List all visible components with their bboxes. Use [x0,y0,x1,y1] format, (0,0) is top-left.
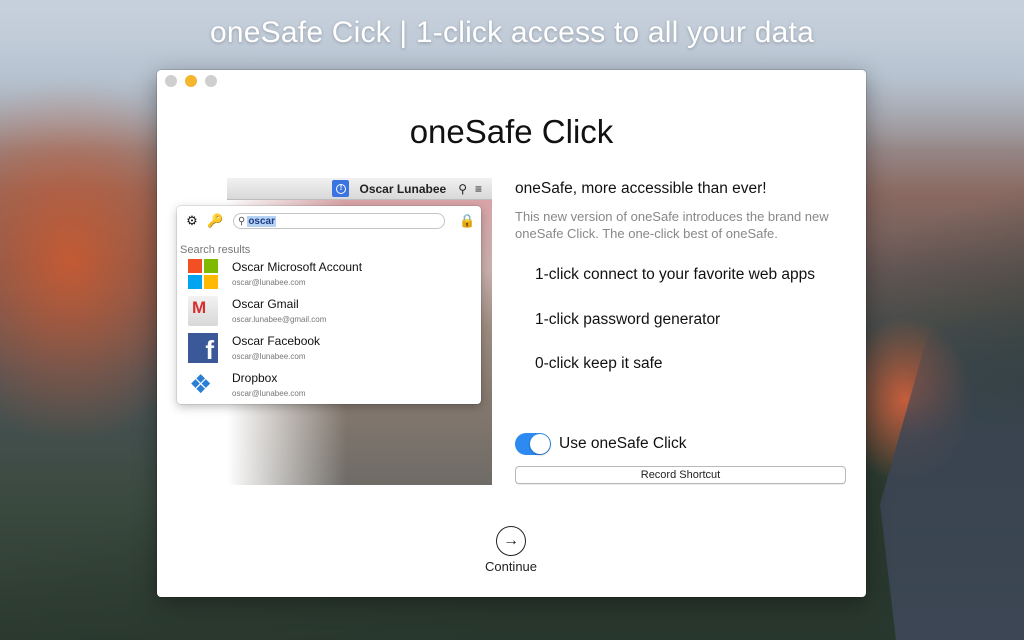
use-onesafe-click-toggle[interactable] [515,433,551,455]
toggle-knob [530,434,550,454]
result-name: Oscar Microsoft Account [232,260,363,274]
preview-menubar: ! Oscar Lunabee ⚲ ≡ [227,178,492,200]
promo-banner: oneSafe Cick | 1-click access to all you… [210,16,814,49]
preview-search-field: ⚲ oscar [233,213,445,229]
preview-illustration: ! Oscar Lunabee ⚲ ≡ ⚙ 🔑 ⚲ oscar 🔒 Search… [177,178,492,485]
preview-popup: ⚙ 🔑 ⚲ oscar 🔒 Search results Oscar Micro… [177,206,481,404]
subtitle: oneSafe, more accessible than ever! [515,180,767,197]
app-window: oneSafe Click ! Oscar Lunabee ⚲ ≡ ⚙ 🔑 ⚲ … [157,70,866,597]
desktop-mountain [880,300,1024,640]
gmail-icon: M [188,296,218,326]
minimize-button[interactable] [185,75,197,87]
dropbox-icon: ❖ [189,369,213,399]
menubar-user: Oscar Lunabee [359,181,447,196]
onesafe-icon: ! [332,180,350,197]
list-item: f Oscar Facebook oscar@lunabee.com [188,333,468,367]
gear-icon: ⚙ [186,213,198,228]
list-item: Oscar Microsoft Account oscar@lunabee.co… [188,259,468,293]
page-title: oneSafe Click [409,113,614,150]
window-controls [165,75,217,87]
use-onesafe-click-row: Use oneSafe Click [515,433,687,455]
result-email: oscar@lunabee.com [232,352,306,361]
record-shortcut-button[interactable]: Record Shortcut [515,466,846,484]
feature-item: 1-click password generator [535,311,721,328]
result-name: Oscar Facebook [232,334,321,348]
microsoft-icon [188,259,218,289]
result-name: Dropbox [232,371,278,385]
continue-button[interactable]: → [496,526,526,556]
description: This new version of oneSafe introduces t… [515,209,829,241]
lock-icon: 🔒 [459,213,476,228]
maximize-button[interactable] [205,75,217,87]
feature-item: 0-click keep it safe [535,355,663,372]
toggle-label: Use oneSafe Click [559,435,687,452]
search-results-label: Search results [180,244,251,256]
list-item: M Oscar Gmail oscar.lunabee@gmail.com [188,296,468,330]
close-button[interactable] [165,75,177,87]
result-email: oscar.lunabee@gmail.com [232,315,327,324]
search-value: oscar [247,215,277,227]
result-email: oscar@lunabee.com [232,389,306,398]
search-icon: ⚲ [458,181,467,196]
result-name: Oscar Gmail [232,297,299,311]
search-icon: ⚲ [238,215,246,227]
result-email: oscar@lunabee.com [232,278,306,287]
list-item: ❖ Dropbox oscar@lunabee.com [188,370,468,404]
list-icon: ≡ [474,181,482,196]
continue-label[interactable]: Continue [461,559,561,574]
arrow-right-icon: → [503,532,519,549]
feature-item: 1-click connect to your favorite web app… [535,266,815,283]
popup-toolbar: ⚙ 🔑 ⚲ oscar 🔒 [185,213,476,229]
facebook-icon: f [188,333,218,365]
key-icon: 🔑 [207,213,224,228]
